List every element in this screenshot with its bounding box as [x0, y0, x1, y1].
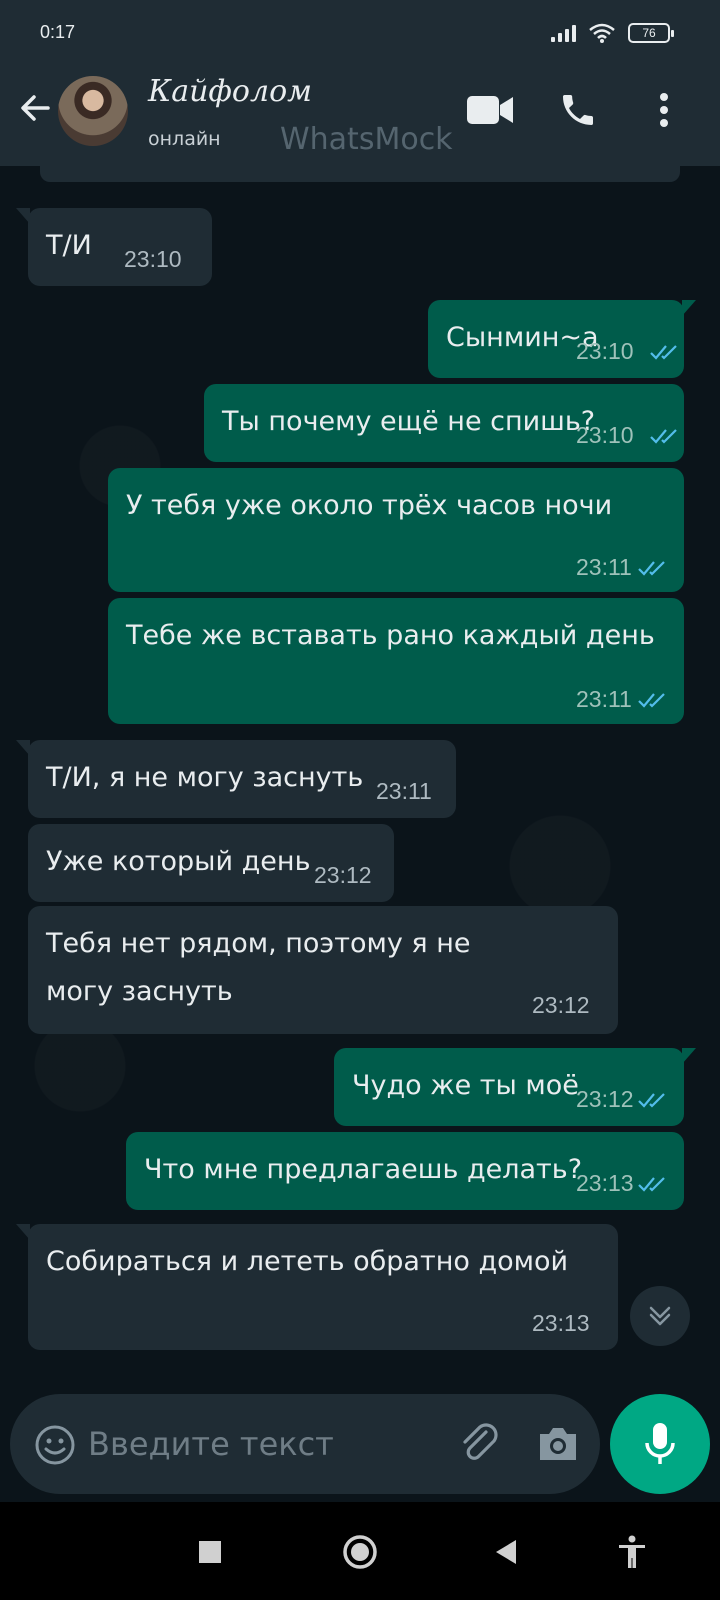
partial-message-bubble [40, 166, 680, 182]
back-triangle-icon [496, 1540, 516, 1564]
mic-icon [645, 1423, 675, 1464]
message-time: 23:10 [124, 246, 182, 272]
back-arrow-icon[interactable] [18, 90, 54, 126]
message-text: Т/И [46, 230, 92, 261]
message-text: У тебя уже около трёх часов ночи [126, 490, 613, 521]
message-text: Т/И, я не могу заснуть [46, 762, 364, 793]
more-options-button[interactable] [640, 86, 688, 134]
video-call-icon [467, 96, 513, 124]
voice-message-button[interactable] [610, 1394, 710, 1494]
message-in[interactable]: Т/И, я не могу заснуть 23:11 [16, 740, 456, 818]
double-chevron-down-icon [649, 1306, 671, 1326]
message-out[interactable]: Ты почему ещё не спишь? 23:10 [204, 384, 684, 462]
camera-icon[interactable] [534, 1420, 582, 1468]
more-vert-icon [660, 93, 668, 127]
message-out[interactable]: Чудо же ты моё 23:12 [334, 1048, 696, 1126]
contact-name[interactable]: Кайфолом [148, 74, 312, 109]
message-time: 23:13 [532, 1310, 590, 1336]
message-time: 23:11 [376, 778, 432, 804]
read-ticks-icon [638, 1093, 665, 1108]
message-time: 23:13 [576, 1170, 634, 1196]
message-out[interactable]: Тебе же вставать рано каждый день 23:11 [108, 598, 684, 724]
home-circle-icon [343, 1535, 377, 1569]
message-in[interactable]: Уже который день 23:12 [28, 824, 394, 902]
read-ticks-icon [638, 693, 665, 708]
video-call-button[interactable] [466, 86, 514, 134]
message-in[interactable]: Тебя нет рядом, поэтому я не могу заснут… [28, 906, 618, 1034]
message-text: Что мне предлагаешь делать? [144, 1154, 583, 1185]
app-watermark: WhatsMock [280, 122, 453, 157]
message-time: 23:12 [576, 1086, 634, 1112]
home-button[interactable] [332, 1524, 388, 1580]
read-ticks-icon [638, 1177, 665, 1192]
message-text: Уже который день [46, 846, 311, 877]
message-text: Собираться и лететь обратно домой [46, 1246, 569, 1277]
message-composer [10, 1394, 600, 1494]
accessibility-button[interactable] [604, 1524, 660, 1580]
read-ticks-icon [650, 429, 677, 444]
recents-button[interactable] [182, 1524, 238, 1580]
contact-status: онлайн [148, 128, 221, 150]
back-nav-button[interactable] [478, 1524, 534, 1580]
message-in[interactable]: Т/И 23:10 [16, 208, 212, 286]
message-time: 23:12 [314, 862, 372, 888]
message-out[interactable]: Сынмин~а 23:10 [428, 300, 696, 378]
message-out[interactable]: Что мне предлагаешь делать? 23:13 [126, 1132, 684, 1210]
system-nav-bar [0, 1502, 720, 1600]
avatar[interactable] [58, 76, 128, 146]
wifi-icon [589, 23, 615, 43]
message-text: Чудо же ты моё [352, 1070, 579, 1101]
signal-icon [551, 24, 576, 42]
status-icons: 76 [551, 22, 674, 44]
message-time: 23:12 [532, 992, 590, 1018]
read-ticks-icon [650, 345, 677, 360]
phone-icon [563, 95, 593, 125]
status-bar: 0:17 76 [0, 0, 720, 56]
battery-level: 76 [642, 26, 656, 40]
read-ticks-icon [638, 561, 665, 576]
message-time: 23:10 [576, 338, 634, 364]
status-time: 0:17 [40, 22, 76, 42]
chat-header: Кайфолом онлайн WhatsMock [0, 56, 720, 166]
message-time: 23:11 [576, 554, 632, 580]
scroll-to-bottom-button[interactable] [630, 1286, 690, 1346]
message-time: 23:10 [576, 422, 634, 448]
chat-area[interactable]: Т/И 23:10 Сынмин~а 23:10 Ты почему ещё н… [0, 166, 720, 1390]
message-text: Тебе же вставать рано каждый день [126, 620, 655, 651]
accessibility-icon [619, 1535, 645, 1568]
message-text: Ты почему ещё не спишь? [222, 406, 596, 437]
battery-icon: 76 [628, 23, 674, 43]
message-out[interactable]: У тебя уже около трёх часов ночи 23:11 [108, 468, 684, 592]
message-input[interactable] [88, 1416, 438, 1472]
emoji-icon[interactable] [34, 1424, 76, 1466]
attach-icon[interactable] [456, 1420, 504, 1468]
voice-call-button[interactable] [554, 86, 602, 134]
square-icon [199, 1541, 221, 1563]
message-time: 23:11 [576, 686, 632, 712]
message-text: Тебя нет рядом, поэтому я не могу заснут… [46, 928, 471, 1007]
message-in[interactable]: Собираться и лететь обратно домой 23:13 [16, 1224, 618, 1350]
